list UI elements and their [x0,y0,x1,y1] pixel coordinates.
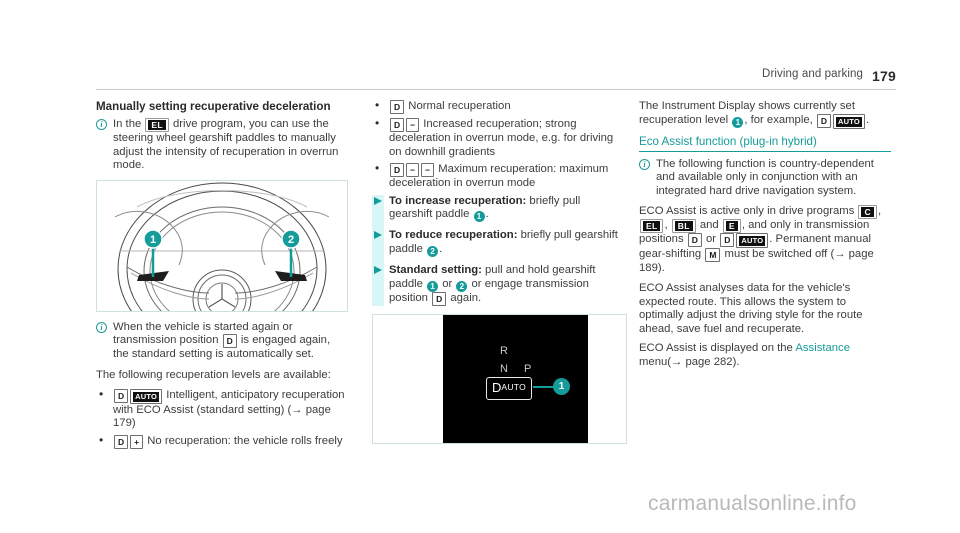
info-note-text: The following function is country-depend… [656,157,874,197]
intro-text-end: . [865,113,870,126]
arrow-bullet-icon [374,196,382,205]
action-text-mid: or [439,277,456,290]
list-item-text: Increased recuperation; strong decelerat… [389,118,614,158]
steering-wheel-drawing: 1 2 [114,182,330,311]
action-lead: To reduce recuperation: [389,229,518,242]
intro-text-middle: , for example, [744,113,816,126]
callout-1: 1 [732,116,744,128]
arrow-bullet-icon [374,231,382,240]
gear-indicator-d-auto: DAUTO [486,376,533,400]
action-text-end: again. [447,291,482,304]
info-icon: i [96,321,107,333]
badge-auto: AUTO [736,233,769,249]
action-text-end: . [485,208,489,221]
para2-text-d: and [696,219,722,232]
callout-1: 1 [473,211,485,223]
gear-indicator-r: R [500,344,508,357]
action-lead: Standard setting: [389,263,482,276]
info-note-standard-setting: i When the vehicle is started again or t… [96,321,348,362]
list-item: D Normal recuperation [372,99,624,114]
badge-auto: AUTO [130,388,163,404]
list-item-text: No recuperation: the vehicle rolls freel… [147,434,343,447]
info-icon: i [639,158,650,170]
gear-d-label: D [492,379,502,395]
badge-drive-program-c: C [858,205,877,220]
wheel-callout-1: 1 [150,234,156,246]
page-header: Driving and parking 179 [96,68,896,90]
badge-d: D [687,233,702,248]
action-steps-list: To increase recuperation: briefly pull g… [372,194,624,306]
list-item: D−− Maximum recuperation: maximum decele… [372,162,624,191]
assistance-menu-link[interactable]: Assistance [795,342,850,354]
gear-auto-label: AUTO [501,381,527,392]
display-callout-1: 1 [553,377,570,395]
content-columns: Manually setting recuperative decelerati… [96,99,902,465]
para2-text-b: , [877,205,882,218]
badge-drive-program-el: EL [145,118,169,132]
list-item: DAUTO Intelligent, anticipatory recupera… [96,388,348,431]
list-item-text: Normal recuperation [408,100,511,112]
badge-minus: − [406,163,420,178]
badge-plus: + [130,434,144,449]
action-text-end: . [439,242,443,255]
figure-steering-wheel: 1 2 [96,179,348,312]
badge-d: D [390,163,405,178]
header-page-number: 179 [872,68,896,84]
info-note-country-dependent: i The following function is country-depe… [639,158,891,199]
gear-indicator-p: P [524,362,532,375]
eco-assist-analysis-paragraph: ECO Assist analyses data for the vehicle… [639,281,863,335]
info-note-text: In the EL drive program, you can use the… [113,118,348,173]
list-item: D+ No recuperation: the vehicle rolls fr… [96,434,348,449]
badge-d: D [390,100,405,114]
badge-d: D [816,113,832,128]
figure-instrument-display: R N P DAUTO 1 [372,313,627,444]
para2-text-f: or [702,233,720,246]
badge-minus: − [421,163,435,178]
para4-text-a: ECO Assist is displayed on the [639,342,796,355]
gear-indicator-n: N [500,362,508,375]
badge-d: D [114,434,129,449]
callout-2: 2 [427,245,439,257]
badge-drive-program-e: E [722,219,741,234]
action-highlight-band [372,194,384,306]
action-step-reduce: To reduce recuperation: briefly pull gea… [374,229,624,257]
instrument-display-paragraph: The Instrument Display shows currently s… [639,100,891,129]
info-note-drive-program: i In the EL drive program, you can use t… [96,118,348,173]
eco-assist-active-paragraph: ECO Assist is active only in drive progr… [639,205,891,276]
para4-text-b: menu(→ page 282). [639,355,740,368]
middle-column: D Normal recuperation D− Increased recup… [372,99,627,444]
badge-m: M [705,248,721,263]
section-heading-eco-assist: Eco Assist function (plug-in hybrid) [639,135,891,152]
page-title: Manually setting recuperative decelerati… [96,100,331,113]
badge-minus: − [406,118,420,132]
badge-d: D [114,388,129,403]
badge-d: D [432,291,447,306]
callout-2: 2 [456,280,468,292]
info-icon: i [96,119,107,130]
action-step-increase: To increase recuperation: briefly pull g… [374,194,624,223]
left-column: Manually setting recuperative decelerati… [96,100,348,453]
note-prefix: In the [113,118,142,130]
wheel-callout-2: 2 [288,234,294,246]
recuperation-level-list-middle: D Normal recuperation D− Increased recup… [372,99,624,191]
arrow-bullet-icon [374,265,382,274]
badge-drive-program-bl: BL [671,219,696,234]
badge-auto: AUTO [833,113,865,129]
badge-d: D [390,118,405,132]
callout-1: 1 [427,280,439,292]
eco-assist-menu-paragraph: ECO Assist is displayed on the Assistanc… [639,342,891,369]
badge-d: D [720,233,735,248]
para2-text-a: ECO Assist is active only in drive progr… [639,205,858,218]
recuperation-level-list-left: DAUTO Intelligent, anticipatory recupera… [96,388,348,449]
badge-drive-program-el: EL [640,219,664,234]
right-column: The Instrument Display shows currently s… [639,100,891,376]
list-item: D− Increased recuperation; strong decele… [372,117,624,159]
watermark: carmanualsonline.info [648,492,857,515]
action-lead: To increase recuperation: [389,194,527,207]
levels-intro-text: The following recuperation levels are av… [96,368,331,381]
para2-text-c: , [664,219,671,232]
action-step-standard: Standard setting: pull and hold gearshif… [374,263,624,306]
badge-transmission-d: D [222,334,237,349]
header-section-title: Driving and parking [762,68,864,80]
